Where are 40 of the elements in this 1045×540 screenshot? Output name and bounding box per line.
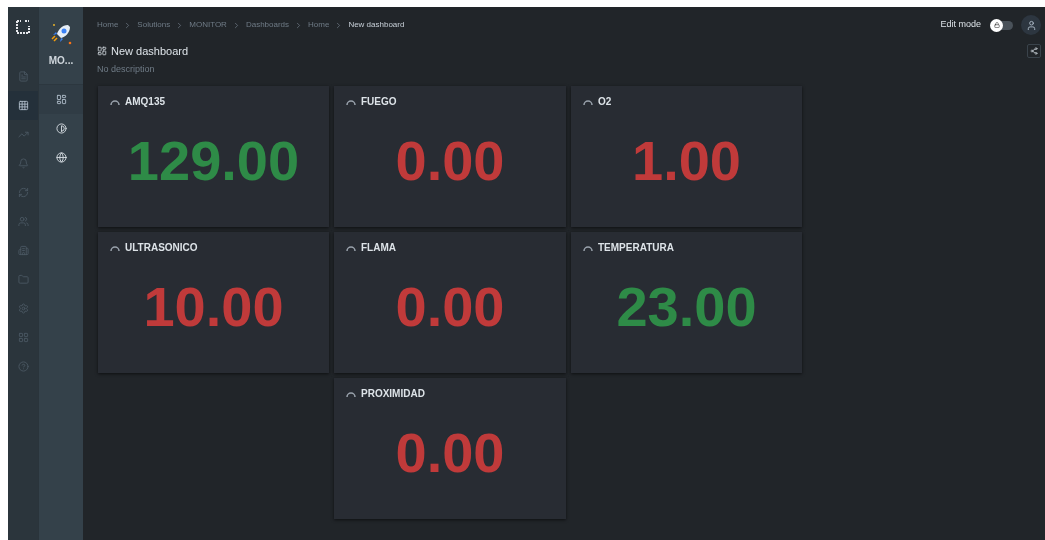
grid-icon[interactable]	[8, 91, 38, 120]
gauge-icon	[346, 390, 356, 397]
gauge-icon	[583, 244, 593, 251]
card-title: ULTRASONICO	[125, 241, 198, 255]
card-title: FLAMA	[361, 241, 396, 255]
breadcrumb-link[interactable]: Dashboards	[245, 19, 290, 31]
sensor-value: 0.00	[395, 133, 505, 189]
card-title: AMQ135	[125, 95, 165, 109]
edit-mode-toggle[interactable]	[991, 20, 1013, 30]
sensor-value: 129.00	[127, 133, 300, 189]
dashboard-description: No description	[97, 62, 156, 76]
breadcrumb-link[interactable]: Home	[97, 19, 119, 31]
gauge-icon	[346, 98, 356, 105]
logo-icon[interactable]	[16, 20, 30, 34]
dashboard-icon[interactable]	[39, 85, 83, 114]
lock-icon	[993, 22, 1000, 28]
user-avatar-button[interactable]	[1021, 15, 1041, 35]
breadcrumb-link[interactable]: MONITOR	[189, 19, 227, 31]
sensor-value: 10.00	[143, 279, 284, 335]
sensor-value: 1.00	[632, 133, 741, 189]
gauge-icon	[110, 244, 120, 251]
edit-mode-label: Edit mode	[940, 18, 981, 32]
share-button[interactable]	[1027, 44, 1041, 59]
sensor-value: 23.00	[616, 279, 757, 335]
breadcrumb-link[interactable]: New dashboard	[348, 19, 405, 31]
user-icon	[1025, 19, 1037, 31]
gauge-icon	[110, 98, 120, 105]
card-title: PROXIMIDAD	[361, 387, 425, 401]
card-title: FUEGO	[361, 95, 397, 109]
sensor-value: 0.00	[395, 279, 505, 335]
dashboard-title: New dashboard	[111, 44, 189, 59]
dashboard-icon	[97, 46, 107, 57]
sensor-value: 0.00	[395, 425, 505, 481]
gauge-icon	[583, 98, 593, 105]
breadcrumb-link[interactable]: Home	[308, 19, 330, 31]
card-title: O2	[598, 95, 612, 109]
card-title: TEMPERATURA	[598, 241, 674, 255]
breadcrumb-link[interactable]: Solutions	[137, 19, 171, 31]
solution-name: MO...	[48, 54, 74, 68]
gauge-icon	[346, 244, 356, 251]
